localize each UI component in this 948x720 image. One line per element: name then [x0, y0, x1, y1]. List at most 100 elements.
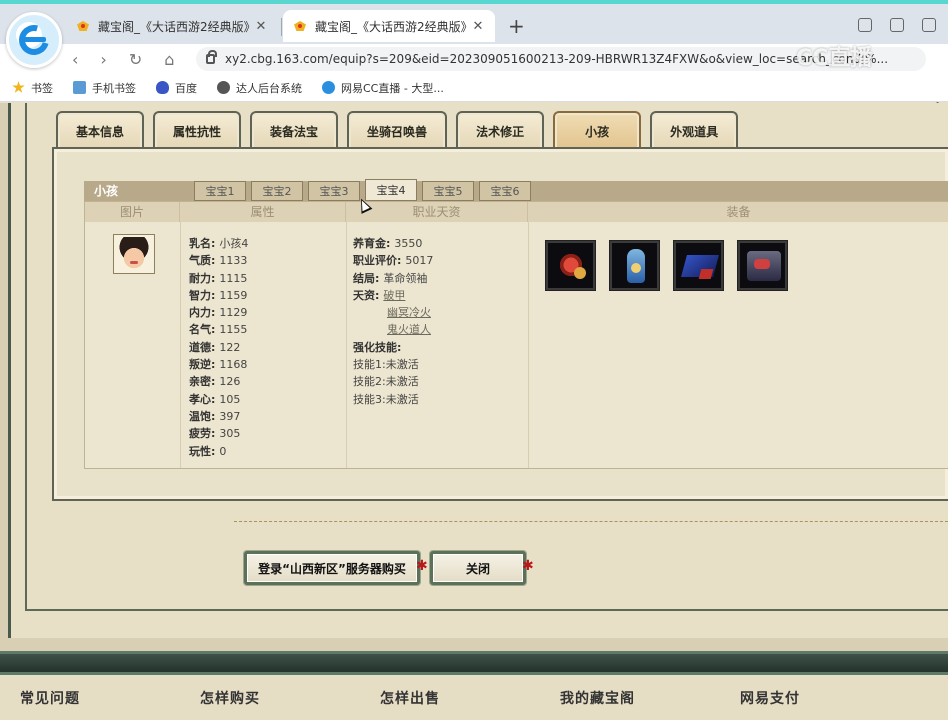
- stream-watermark: CC直播: [796, 46, 873, 71]
- attr-row: 道德: 122: [189, 340, 241, 354]
- reload-icon[interactable]: ↻: [129, 50, 142, 69]
- footer-link-faq[interactable]: 常见问题: [0, 688, 180, 708]
- attr-row: 耐力: 1115: [189, 271, 248, 285]
- talent-link[interactable]: 破甲: [383, 289, 405, 302]
- tab-appearance[interactable]: 外观道具: [650, 111, 739, 149]
- browser-tabstrip: 藏宝阁_《大话西游2经典版》官方 ✕ 藏宝阁_《大话西游2经典版》官方 ✕ +: [0, 0, 948, 68]
- browser-tab-1[interactable]: 藏宝阁_《大话西游2经典版》官方 ✕: [66, 10, 278, 42]
- talent-row: 鬼火道人: [353, 321, 433, 338]
- header-picture: 图片: [85, 202, 180, 222]
- bookmark-item[interactable]: 百度: [156, 80, 197, 96]
- column-divider: [528, 222, 529, 468]
- footer-link-how-to-sell[interactable]: 怎样出售: [360, 688, 540, 708]
- browser-tab-title: 藏宝阁_《大话西游2经典版》官方: [98, 19, 254, 34]
- attr-row: 内力: 1129: [189, 306, 248, 320]
- footer-link-how-to-buy[interactable]: 怎样购买: [180, 688, 360, 708]
- home-icon[interactable]: ⌂: [164, 50, 174, 69]
- close-tab-icon[interactable]: ✕: [471, 19, 485, 34]
- cbg-favicon-icon: [293, 19, 307, 33]
- login-buy-button[interactable]: 登录“山西新区”服务器购买: [244, 551, 420, 585]
- equip-slot-4-icon[interactable]: [737, 240, 788, 291]
- sub-tab-baby-2[interactable]: 宝宝2: [251, 181, 303, 201]
- sub-tab-baby-6[interactable]: 宝宝6: [479, 181, 531, 201]
- browser-logo-icon: [6, 12, 62, 68]
- tab-equipment[interactable]: 装备法宝: [250, 111, 339, 149]
- child-avatar: [113, 234, 155, 274]
- attr-row: 气质: 1133: [189, 254, 248, 268]
- cc-icon: [322, 81, 335, 94]
- attr-row: 名气: 1155: [189, 323, 248, 337]
- browser-tab-title: 藏宝阁_《大话西游2经典版》官方: [315, 19, 471, 34]
- sub-tab-baby-4[interactable]: 宝宝4: [365, 179, 417, 201]
- e-icon: [217, 81, 230, 94]
- close-button[interactable]: 关闭: [430, 551, 526, 585]
- equip-slot-1-icon[interactable]: [545, 240, 596, 291]
- attribute-list: 乳名: 小孩4 气质: 1133 耐力: 1115 智力: 1159 内力: 1129 名…: [189, 235, 248, 460]
- sub-tab-baby-1[interactable]: 宝宝1: [194, 181, 246, 201]
- child-portrait-icon: [116, 237, 152, 271]
- career-score-row: 职业评价: 5017: [353, 254, 434, 268]
- main-tabs: 基本信息 属性抗性 装备法宝 坐骑召唤兽 法术修正 小孩 外观道具: [56, 111, 739, 149]
- talent-link[interactable]: 鬼火道人: [387, 323, 431, 336]
- equip-slot-3-icon[interactable]: [673, 240, 724, 291]
- equip-slot-2-icon[interactable]: [609, 240, 660, 291]
- child-info-table: 图片 属性 职业天资 装备 乳名: 小孩4 气质: 1133 耐力: 1115 智力:…: [84, 201, 948, 469]
- page: 基本信息 属性抗性 装备法宝 坐骑召唤兽 法术修正 小孩 外观道具 小孩 宝宝1…: [0, 103, 948, 720]
- ending-row: 结局: 革命领袖: [353, 271, 428, 285]
- lock-icon: [206, 50, 217, 64]
- divider-line: [234, 521, 948, 522]
- browser-tab-2[interactable]: 藏宝阁_《大话西游2经典版》官方 ✕: [283, 10, 495, 42]
- attr-row: 亲密: 126: [189, 375, 241, 389]
- raise-gold-row: 养育金: 3550: [353, 237, 423, 250]
- sub-tab-baby-5[interactable]: 宝宝5: [422, 181, 474, 201]
- collections-icon[interactable]: [890, 18, 904, 32]
- footer-band: [0, 651, 948, 675]
- tab-list-icon[interactable]: [858, 18, 872, 32]
- attr-row: 乳名: 小孩4: [189, 237, 249, 250]
- url-text: xy2.cbg.163.com/equip?s=209&eid=20230905…: [225, 52, 889, 66]
- attr-row: 玩性: 0: [189, 444, 227, 458]
- bookmark-item[interactable]: 网易CC直播 - 大型...: [322, 80, 444, 96]
- tab-mounts-pets[interactable]: 坐骑召唤兽: [347, 111, 448, 149]
- tab-children[interactable]: 小孩: [553, 111, 642, 149]
- bow-ornament-icon: ✱: [522, 558, 534, 574]
- window-toolbar: [858, 18, 936, 32]
- new-tab-button[interactable]: +: [508, 16, 525, 36]
- enhance-skill-row: 强化技能:: [353, 340, 402, 354]
- star-icon: [12, 81, 25, 93]
- header-career: 职业天资: [346, 202, 528, 222]
- table-header: 图片 属性 职业天资 装备: [85, 202, 948, 222]
- back-icon[interactable]: ‹: [72, 50, 78, 69]
- tab-attributes[interactable]: 属性抗性: [153, 111, 242, 149]
- talent-row: 幽冥冷火: [353, 304, 433, 321]
- career-list: 养育金: 3550 职业评价: 5017 结局: 革命领袖 天资: 破甲 幽冥冷火 鬼火…: [353, 235, 433, 408]
- attr-row: 叛逆: 1168: [189, 358, 248, 372]
- bookmark-item[interactable]: 达人后台系统: [217, 80, 302, 96]
- bow-ornament-icon: ✱: [416, 558, 428, 574]
- column-divider: [346, 222, 347, 468]
- baidu-paw-icon: [156, 81, 169, 94]
- bookmark-item[interactable]: 手机书签: [73, 80, 136, 96]
- forward-icon[interactable]: ›: [100, 50, 106, 69]
- extensions-icon[interactable]: [922, 18, 936, 32]
- footer-link-netease-pay[interactable]: 网易支付: [720, 688, 900, 708]
- attr-row: 智力: 1159: [189, 288, 248, 302]
- footer-link-my-cbg[interactable]: 我的藏宝阁: [540, 688, 720, 708]
- tab-spell-correction[interactable]: 法术修正: [456, 111, 545, 149]
- skill-row: 技能3:未激活: [353, 392, 419, 406]
- sub-tab-baby-3[interactable]: 宝宝3: [308, 181, 360, 201]
- skill-row: 技能1:未激活: [353, 358, 419, 372]
- bookmarks-bar: 书签 手机书签 百度 达人后台系统 网易CC直播 - 大型...: [0, 74, 948, 102]
- equipment-slots: [545, 240, 788, 291]
- column-divider: [180, 222, 181, 468]
- bookmark-item[interactable]: 书签: [12, 80, 53, 96]
- header-equipment: 装备: [726, 205, 751, 219]
- close-tab-icon[interactable]: ✕: [254, 19, 268, 34]
- tab-basic-info[interactable]: 基本信息: [56, 111, 145, 149]
- talent-link[interactable]: 幽冥冷火: [387, 306, 431, 319]
- cbg-favicon-icon: [76, 19, 90, 33]
- talent-row: 天资: 破甲: [353, 288, 406, 302]
- attr-row: 温饱: 397: [189, 409, 241, 423]
- phone-icon: [73, 81, 86, 94]
- tab-separator: [281, 18, 282, 36]
